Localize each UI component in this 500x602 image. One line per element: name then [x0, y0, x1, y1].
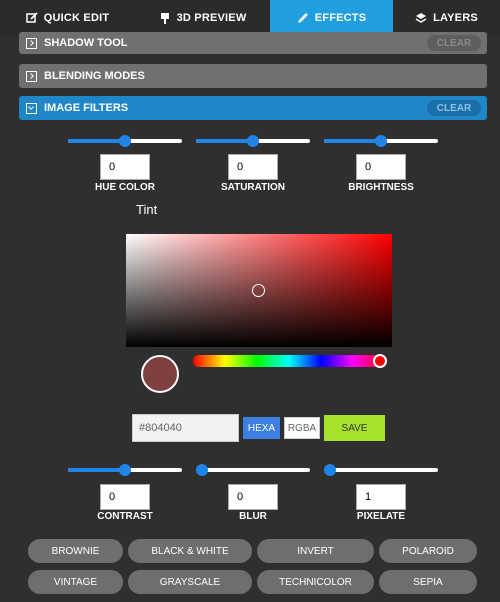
hex-color-input[interactable]: #804040	[132, 414, 239, 442]
slider-knob[interactable]	[119, 464, 131, 476]
blur-slider[interactable]	[196, 464, 310, 476]
slider-fill	[196, 139, 253, 143]
hue-color-label: HUE COLOR	[95, 182, 155, 193]
preset-polaroid-button[interactable]: POLAROID	[379, 539, 477, 563]
brightness-input[interactable]: 0	[356, 154, 406, 180]
pixelate-input[interactable]: 1	[356, 484, 406, 510]
slider-knob[interactable]	[247, 135, 259, 147]
saturation-value-picker[interactable]	[126, 234, 392, 347]
tab-3d-preview[interactable]: 3D PREVIEW	[135, 0, 270, 36]
section-label: IMAGE FILTERS	[44, 102, 129, 114]
layers-icon	[415, 13, 427, 23]
section-label: BLENDING MODES	[44, 70, 145, 82]
hue-color-slider[interactable]	[68, 135, 182, 147]
save-color-button[interactable]: SAVE	[324, 415, 385, 441]
contrast-label: CONTRAST	[97, 511, 153, 522]
tab-label: LAYERS	[433, 12, 478, 24]
hue-slider[interactable]	[193, 354, 387, 368]
tab-label: EFFECTS	[314, 12, 367, 24]
effects-panel: SHADOW TOOL CLEAR BLENDING MODES IMAGE F…	[0, 32, 500, 602]
pin-icon	[160, 13, 169, 24]
tab-bar: QUICK EDIT 3D PREVIEW EFFECTS LAYERS	[0, 0, 500, 36]
hue-knob[interactable]	[373, 354, 387, 368]
blur-input[interactable]: 0	[228, 484, 278, 510]
tab-quick-edit[interactable]: QUICK EDIT	[0, 0, 135, 36]
expand-icon	[26, 70, 37, 82]
image-filters-section[interactable]: IMAGE FILTERS CLEAR	[19, 96, 487, 120]
slider-knob[interactable]	[324, 464, 336, 476]
tab-label: QUICK EDIT	[43, 12, 110, 24]
preset-black-white-button[interactable]: BLACK & WHITE	[128, 539, 252, 563]
tab-layers[interactable]: LAYERS	[393, 0, 500, 36]
picker-cursor[interactable]	[252, 284, 265, 297]
preset-brownie-button[interactable]: BROWNIE	[28, 539, 123, 563]
saturation-slider[interactable]	[196, 135, 310, 147]
saturation-label: SATURATION	[220, 182, 286, 193]
expand-icon	[26, 37, 37, 49]
preset-grayscale-button[interactable]: GRAYSCALE	[128, 570, 252, 594]
tint-label: Tint	[136, 202, 158, 217]
pixelate-label: PIXELATE	[356, 511, 406, 522]
preset-vintage-button[interactable]: VINTAGE	[28, 570, 123, 594]
pixelate-slider[interactable]	[324, 464, 438, 476]
hexa-mode-button[interactable]: HEXA	[243, 417, 280, 439]
tab-effects[interactable]: EFFECTS	[270, 0, 393, 36]
brightness-slider[interactable]	[324, 135, 438, 147]
slider-fill	[68, 139, 125, 143]
preset-sepia-button[interactable]: SEPIA	[379, 570, 477, 594]
slider-fill	[324, 139, 381, 143]
tab-label: 3D PREVIEW	[176, 12, 247, 24]
filters-clear-button[interactable]: CLEAR	[427, 100, 481, 116]
slider-knob[interactable]	[119, 135, 131, 147]
blending-modes-section[interactable]: BLENDING MODES	[19, 64, 487, 88]
edit-icon	[25, 12, 38, 23]
slider-knob[interactable]	[375, 135, 387, 147]
preset-technicolor-button[interactable]: TECHNICOLOR	[257, 570, 374, 594]
slider-fill	[68, 468, 125, 472]
shadow-clear-button[interactable]: CLEAR	[427, 35, 481, 51]
pencil-icon	[297, 13, 308, 23]
blur-label: BLUR	[239, 511, 267, 522]
section-label: SHADOW TOOL	[44, 37, 128, 49]
contrast-slider[interactable]	[68, 464, 182, 476]
saturation-input[interactable]: 0	[228, 154, 278, 180]
hue-color-input[interactable]: 0	[100, 154, 150, 180]
contrast-input[interactable]: 0	[100, 484, 150, 510]
brightness-label: BRIGHTNESS	[348, 182, 414, 193]
shadow-tool-section[interactable]: SHADOW TOOL CLEAR	[19, 32, 487, 54]
slider-knob[interactable]	[196, 464, 208, 476]
tint-color-swatch	[141, 355, 179, 393]
collapse-icon	[26, 102, 37, 114]
preset-invert-button[interactable]: INVERT	[257, 539, 374, 563]
rgba-mode-button[interactable]: RGBA	[284, 417, 320, 439]
